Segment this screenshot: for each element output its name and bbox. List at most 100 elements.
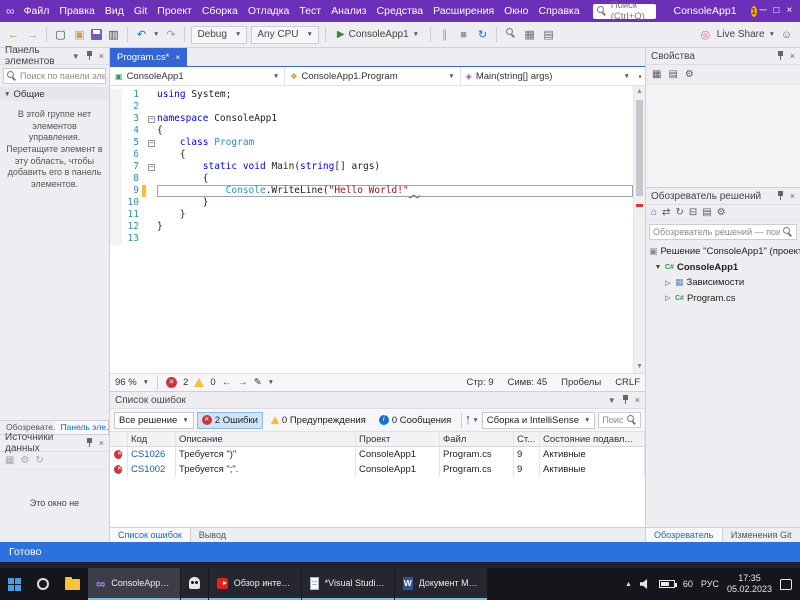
breakpoint-margin[interactable] bbox=[110, 101, 122, 113]
live-share-icon[interactable]: ◎ bbox=[698, 28, 713, 41]
column-description[interactable]: Описание bbox=[176, 432, 356, 446]
tab-error-list[interactable]: Список ошибок bbox=[110, 528, 191, 542]
error-row[interactable]: ✕ CS1026 Требуется ")" ConsoleApp1 Progr… bbox=[110, 447, 645, 462]
error-row[interactable]: ✕ CS1002 Требуется ";". ConsoleApp1 Prog… bbox=[110, 462, 645, 477]
status-line-ending[interactable]: CRLF bbox=[615, 377, 640, 388]
close-tab-icon[interactable]: × bbox=[175, 52, 180, 62]
solution-explorer-search-input[interactable]: Обозреватель решений — поиск (Ctrl+» bbox=[649, 224, 797, 240]
menu-edit[interactable]: Правка bbox=[54, 2, 99, 20]
code-text[interactable]: using System; bbox=[157, 89, 633, 101]
code-line-10[interactable]: 10 } bbox=[110, 197, 633, 209]
menu-build[interactable]: Сборка bbox=[197, 2, 243, 20]
language-indicator[interactable]: РУС bbox=[701, 579, 719, 589]
tab-program-cs[interactable]: Program.cs* × bbox=[110, 48, 187, 66]
code-line-3[interactable]: 3−namespace ConsoleApp1 bbox=[110, 113, 633, 125]
source-dropdown[interactable]: Сборка и IntelliSense ▼ bbox=[482, 412, 596, 429]
code-line-2[interactable]: 2 bbox=[110, 101, 633, 113]
redo-icon[interactable]: ↷ bbox=[163, 28, 178, 41]
column-code[interactable]: Код bbox=[128, 432, 176, 446]
pin-icon[interactable] bbox=[621, 395, 630, 405]
code-text[interactable]: { bbox=[157, 149, 633, 161]
collapse-region-icon[interactable]: − bbox=[148, 140, 155, 147]
menu-extensions[interactable]: Расширения bbox=[428, 2, 499, 20]
column-file[interactable]: Файл bbox=[440, 432, 514, 446]
code-text[interactable]: } bbox=[157, 197, 633, 209]
code-text[interactable] bbox=[157, 101, 633, 113]
toolbox-search-input[interactable]: Поиск по панели элемен bbox=[3, 68, 106, 84]
code-text[interactable]: Console.WriteLine("Hello World!" bbox=[157, 185, 633, 197]
categorized-icon[interactable]: ▦ bbox=[652, 69, 661, 80]
close-button[interactable]: × bbox=[783, 0, 796, 22]
configure-icon[interactable]: ⚙ bbox=[20, 455, 29, 466]
navigate-forward-icon[interactable]: → bbox=[25, 29, 40, 41]
new-file-icon[interactable]: ▢ bbox=[53, 28, 68, 41]
column-project[interactable]: Проект bbox=[356, 432, 440, 446]
error-count[interactable]: 2 bbox=[183, 377, 188, 388]
undo-icon[interactable]: ↶ bbox=[134, 28, 149, 41]
filter-icon[interactable] bbox=[467, 416, 470, 425]
close-icon[interactable]: × bbox=[99, 51, 104, 61]
collapse-all-icon[interactable]: ⊟ bbox=[689, 207, 697, 218]
fold-margin[interactable]: − bbox=[146, 137, 157, 149]
scroll-down-icon[interactable]: ▼ bbox=[634, 361, 645, 373]
code-line-8[interactable]: 8 { bbox=[110, 173, 633, 185]
undo-dropdown-icon[interactable]: ▼ bbox=[153, 31, 159, 38]
tab-solution-explorer[interactable]: Обозреватель реше... bbox=[646, 528, 723, 542]
scope-dropdown[interactable]: Все решение ▼ bbox=[114, 412, 194, 429]
taskbar-app-youtube[interactable]: Обзор интегриров... bbox=[209, 568, 301, 600]
close-icon[interactable]: × bbox=[99, 438, 104, 448]
save-all-icon[interactable]: ▥ bbox=[106, 28, 121, 41]
messages-filter-button[interactable]: i 0 Сообщения bbox=[374, 412, 456, 429]
add-data-source-icon[interactable]: ▦ bbox=[5, 455, 14, 466]
scroll-up-icon[interactable]: ▲ bbox=[634, 86, 645, 98]
breakpoint-margin[interactable] bbox=[110, 233, 122, 245]
quick-search-input[interactable]: Поиск (Ctrl+Q) bbox=[593, 4, 656, 19]
code-text[interactable]: } bbox=[157, 209, 633, 221]
properties-icon[interactable]: ⚙ bbox=[717, 207, 726, 218]
breakpoint-margin[interactable] bbox=[110, 161, 122, 173]
clock[interactable]: 17:35 05.02.2023 bbox=[727, 573, 772, 596]
file-explorer-button[interactable] bbox=[57, 568, 88, 600]
breakpoint-margin[interactable] bbox=[110, 149, 122, 161]
action-center-icon[interactable] bbox=[780, 579, 792, 590]
pin-icon[interactable] bbox=[85, 51, 94, 61]
warning-count-icon[interactable] bbox=[194, 378, 204, 387]
warnings-filter-button[interactable]: 0 Предупреждения bbox=[266, 412, 371, 429]
collapse-region-icon[interactable]: − bbox=[148, 116, 155, 123]
code-line-1[interactable]: 1using System; bbox=[110, 89, 633, 101]
home-icon[interactable]: ⌂ bbox=[651, 207, 657, 218]
zoom-dropdown[interactable]: 96 % bbox=[115, 377, 137, 388]
save-icon[interactable] bbox=[91, 29, 102, 40]
start-debugging-button[interactable]: ▶ ConsoleApp1 ▼ bbox=[332, 25, 424, 45]
command-window-icon[interactable]: ▤ bbox=[541, 28, 556, 41]
previous-error-icon[interactable]: ← bbox=[222, 377, 232, 388]
code-line-4[interactable]: 4{ bbox=[110, 125, 633, 137]
solution-scope-icon[interactable]: ▦ bbox=[522, 28, 537, 41]
error-search-input[interactable]: Поиск по списку ошибо bbox=[598, 412, 641, 428]
code-line-9[interactable]: 9 Console.WriteLine("Hello World!" bbox=[110, 185, 633, 197]
tree-item-solution[interactable]: ▣ Решение "ConsoleApp1" (проекты: 1 из 1… bbox=[646, 244, 800, 260]
tree-item-program-cs[interactable]: ▷ C# Program.cs bbox=[646, 291, 800, 307]
menu-help[interactable]: Справка bbox=[534, 2, 585, 20]
code-line-7[interactable]: 7− static void Main(string[] args) bbox=[110, 161, 633, 173]
code-line-11[interactable]: 11 } bbox=[110, 209, 633, 221]
menu-test[interactable]: Тест bbox=[294, 2, 326, 20]
refresh-icon[interactable]: ↻ bbox=[35, 455, 43, 466]
feedback-icon[interactable]: ☺ bbox=[779, 29, 794, 41]
close-icon[interactable]: × bbox=[635, 395, 640, 405]
toolbox-group-header[interactable]: ▼ Общие bbox=[0, 87, 109, 101]
close-icon[interactable]: × bbox=[790, 51, 795, 61]
taskbar-app-unknown[interactable] bbox=[181, 568, 208, 600]
menu-project[interactable]: Проект bbox=[152, 2, 197, 20]
code-line-5[interactable]: 5− class Program bbox=[110, 137, 633, 149]
breadcrumb-member-dropdown[interactable]: ◈ Main(string[] args) ▼ bbox=[461, 67, 635, 85]
navigate-back-icon[interactable]: ← bbox=[6, 29, 21, 41]
pin-icon[interactable] bbox=[776, 191, 785, 201]
close-icon[interactable]: × bbox=[790, 191, 795, 201]
code-area[interactable]: 1using System;23−namespace ConsoleApp14{… bbox=[110, 89, 633, 373]
break-all-icon[interactable]: ∥ bbox=[437, 28, 452, 41]
breakpoint-margin[interactable] bbox=[110, 89, 122, 101]
breakpoint-margin[interactable] bbox=[110, 209, 122, 221]
menu-debug[interactable]: Отладка bbox=[243, 2, 295, 20]
breadcrumb-type-dropdown[interactable]: ❖ ConsoleApp1.Program ▼ bbox=[285, 67, 460, 85]
